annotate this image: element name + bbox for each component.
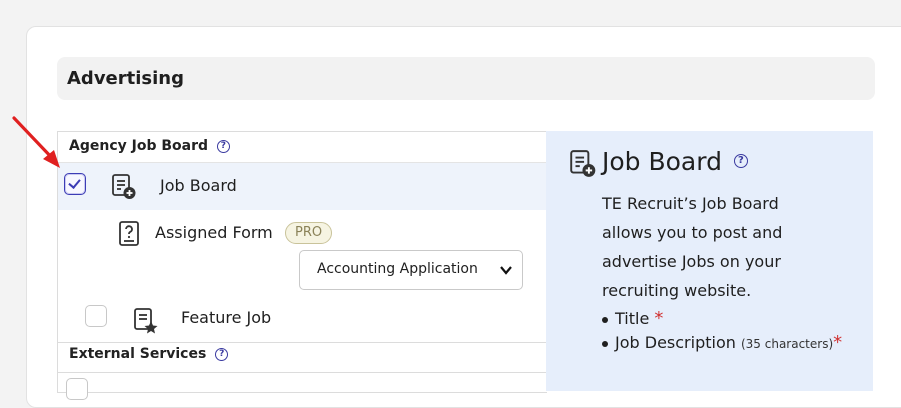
group-divider	[58, 342, 547, 343]
field-label: Title	[615, 309, 650, 328]
info-panel: Job Board ? TE Recruit’s Job Board allow…	[546, 131, 873, 391]
help-icon[interactable]: ?	[733, 154, 748, 168]
job-board-label: Job Board	[160, 176, 237, 195]
list-item: Title *	[602, 307, 862, 331]
group-label-agency-text: Agency Job Board	[69, 138, 209, 154]
feature-job-label: Feature Job	[181, 308, 272, 327]
group-label-external-text: External Services	[69, 346, 207, 362]
feature-job-checkbox[interactable]	[85, 305, 107, 327]
required-marker: *	[833, 332, 843, 353]
job-board-add-icon	[570, 150, 596, 177]
chevron-down-icon	[500, 266, 512, 275]
info-description: TE Recruit’s Job Board allows you to pos…	[602, 194, 783, 300]
field-note: (35 characters)	[740, 337, 834, 351]
assigned-form-select[interactable]: Accounting Application	[299, 250, 523, 290]
help-icon[interactable]: ?	[216, 140, 230, 153]
job-board-checkbox[interactable]	[64, 173, 86, 195]
required-marker: *	[654, 308, 664, 329]
required-fields-list: Title * Job Description (35 characters)*	[602, 307, 862, 356]
job-board-row[interactable]: Job Board	[58, 162, 547, 210]
group-divider	[58, 372, 547, 373]
assigned-form-label: Assigned Form	[155, 223, 273, 242]
field-label: Job Description	[615, 333, 736, 352]
group-label-agency: Agency Job Board ?	[69, 138, 230, 154]
job-board-add-icon	[112, 174, 136, 199]
section-title: Advertising	[67, 68, 184, 89]
external-checkbox[interactable]	[66, 378, 88, 400]
info-title-text: Job Board	[602, 147, 722, 176]
list-item: Job Description (35 characters)*	[602, 331, 862, 356]
pointer-arrow-icon	[12, 116, 60, 168]
assigned-form-select-value: Accounting Application	[317, 261, 478, 277]
options-panel: Agency Job Board ? Job Board Assigned Fo…	[57, 131, 547, 400]
info-title: Job Board ?	[602, 147, 748, 176]
pro-badge: PRO	[285, 222, 333, 244]
help-icon[interactable]: ?	[215, 348, 229, 361]
section-header: Advertising	[57, 57, 875, 100]
feature-star-icon	[134, 308, 158, 334]
group-label-external: External Services ?	[69, 346, 229, 362]
form-question-icon	[119, 221, 139, 246]
